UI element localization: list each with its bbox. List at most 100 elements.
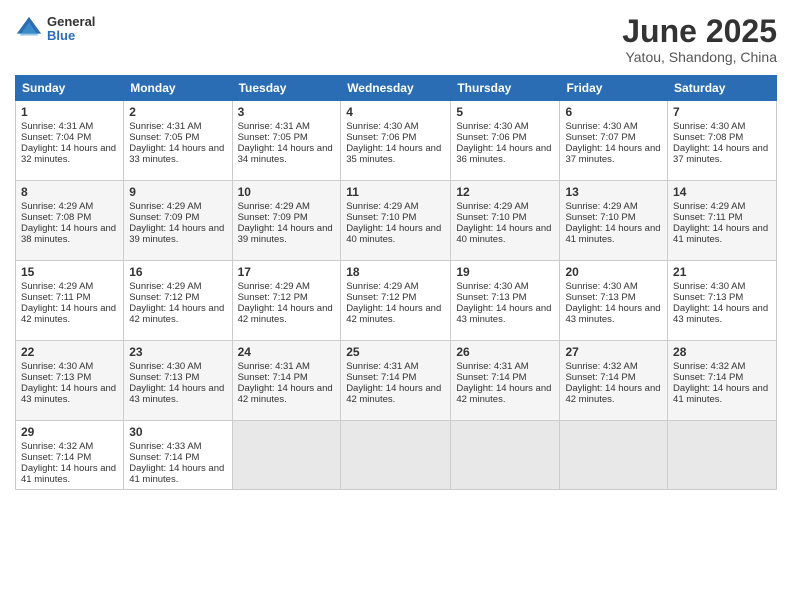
sunset-info: Sunset: 7:13 PM (21, 372, 91, 383)
day-number: 5 (456, 105, 554, 119)
sunrise-info: Sunrise: 4:30 AM (565, 121, 637, 132)
daylight-info: Daylight: 14 hours and (129, 383, 224, 394)
daylight-info-2: 43 minutes. (565, 314, 614, 325)
day-number: 19 (456, 265, 554, 279)
daylight-info: Daylight: 14 hours and (673, 383, 768, 394)
sunset-info: Sunset: 7:08 PM (21, 212, 91, 223)
col-tuesday: Tuesday (232, 76, 341, 101)
day-number: 23 (129, 345, 226, 359)
col-thursday: Thursday (451, 76, 560, 101)
sunrise-info: Sunrise: 4:29 AM (238, 201, 310, 212)
sunrise-info: Sunrise: 4:29 AM (673, 201, 745, 212)
day-number: 22 (21, 345, 118, 359)
calendar-table: Sunday Monday Tuesday Wednesday Thursday… (15, 75, 777, 490)
table-row: 9Sunrise: 4:29 AMSunset: 7:09 PMDaylight… (124, 181, 232, 261)
col-sunday: Sunday (16, 76, 124, 101)
sunset-info: Sunset: 7:14 PM (238, 372, 308, 383)
daylight-info: Daylight: 14 hours and (238, 223, 333, 234)
daylight-info-2: 42 minutes. (346, 394, 395, 405)
daylight-info: Daylight: 14 hours and (21, 463, 116, 474)
logo: General Blue (15, 15, 95, 44)
daylight-info: Daylight: 14 hours and (456, 143, 551, 154)
sunrise-info: Sunrise: 4:30 AM (21, 361, 93, 372)
sunset-info: Sunset: 7:12 PM (346, 292, 416, 303)
location-subtitle: Yatou, Shandong, China (622, 49, 777, 65)
day-number: 1 (21, 105, 118, 119)
day-number: 29 (21, 425, 118, 439)
day-number: 9 (129, 185, 226, 199)
sunset-info: Sunset: 7:08 PM (673, 132, 743, 143)
sunset-info: Sunset: 7:10 PM (565, 212, 635, 223)
table-row: 3Sunrise: 4:31 AMSunset: 7:05 PMDaylight… (232, 101, 341, 181)
table-row: 29 Sunrise: 4:32 AMSunset: 7:14 PMDayligh… (16, 421, 124, 490)
daylight-info: Daylight: 14 hours and (456, 383, 551, 394)
daylight-info: Daylight: 14 hours and (21, 303, 116, 314)
sunset-info: Sunset: 7:14 PM (21, 452, 91, 463)
table-row: 16Sunrise: 4:29 AMSunset: 7:12 PMDayligh… (124, 261, 232, 341)
daylight-info-2: 43 minutes. (673, 314, 722, 325)
daylight-info-2: 42 minutes. (238, 394, 287, 405)
day-number: 13 (565, 185, 662, 199)
table-row: 10Sunrise: 4:29 AMSunset: 7:09 PMDayligh… (232, 181, 341, 261)
day-number: 20 (565, 265, 662, 279)
sunrise-info: Sunrise: 4:31 AM (238, 121, 310, 132)
day-number: 4 (346, 105, 445, 119)
day-number: 8 (21, 185, 118, 199)
calendar-week-row: 29Sunrise: 4:32 AMSunset: 7:14 PMDayligh… (16, 421, 777, 490)
table-row (451, 421, 560, 490)
sunrise-info: Sunrise: 4:32 AM (565, 361, 637, 372)
day-number: 24 (238, 345, 336, 359)
sunset-info: Sunset: 7:07 PM (565, 132, 635, 143)
sunrise-info: Sunrise: 4:31 AM (238, 361, 310, 372)
daylight-info: Daylight: 14 hours and (673, 143, 768, 154)
table-row (232, 421, 341, 490)
table-row: 8Sunrise: 4:29 AMSunset: 7:08 PMDaylight… (16, 181, 124, 261)
calendar-week-row: 8Sunrise: 4:29 AMSunset: 7:08 PMDaylight… (16, 181, 777, 261)
logo-general-label: General (47, 15, 95, 29)
sunset-info: Sunset: 7:12 PM (238, 292, 308, 303)
sunrise-info: Sunrise: 4:29 AM (129, 201, 201, 212)
page: General Blue June 2025 Yatou, Shandong, … (0, 0, 792, 612)
sunrise-info: Sunrise: 4:32 AM (21, 441, 93, 452)
sunrise-info: Sunrise: 4:33 AM (129, 441, 201, 452)
daylight-info: Daylight: 14 hours and (565, 383, 660, 394)
daylight-info-2: 43 minutes. (129, 394, 178, 405)
daylight-info-2: 41 minutes. (673, 394, 722, 405)
day-number: 16 (129, 265, 226, 279)
day-number: 11 (346, 185, 445, 199)
table-row: 5 Sunrise: 4:30 AMSunset: 7:06 PMDaylight… (451, 101, 560, 181)
daylight-info-2: 42 minutes. (565, 394, 614, 405)
table-row: 24Sunrise: 4:31 AMSunset: 7:14 PMDayligh… (232, 341, 341, 421)
daylight-info-2: 41 minutes. (21, 474, 70, 485)
table-row: 30Sunrise: 4:33 AMSunset: 7:14 PMDayligh… (124, 421, 232, 490)
sunset-info: Sunset: 7:04 PM (21, 132, 91, 143)
daylight-info: Daylight: 14 hours and (565, 143, 660, 154)
daylight-info-2: 41 minutes. (129, 474, 178, 485)
sunset-info: Sunset: 7:05 PM (238, 132, 308, 143)
daylight-info: Daylight: 14 hours and (565, 223, 660, 234)
sunset-info: Sunset: 7:09 PM (238, 212, 308, 223)
col-wednesday: Wednesday (341, 76, 451, 101)
daylight-info-2: 32 minutes. (21, 154, 70, 165)
sunset-info: Sunset: 7:06 PM (456, 132, 526, 143)
daylight-info-2: 37 minutes. (673, 154, 722, 165)
table-row: 22Sunrise: 4:30 AMSunset: 7:13 PMDayligh… (16, 341, 124, 421)
daylight-info: Daylight: 14 hours and (456, 223, 551, 234)
daylight-info: Daylight: 14 hours and (129, 463, 224, 474)
daylight-info: Daylight: 14 hours and (346, 143, 441, 154)
day-number: 12 (456, 185, 554, 199)
daylight-info: Daylight: 14 hours and (238, 303, 333, 314)
sunset-info: Sunset: 7:13 PM (673, 292, 743, 303)
daylight-info-2: 33 minutes. (129, 154, 178, 165)
daylight-info-2: 42 minutes. (21, 314, 70, 325)
sunrise-info: Sunrise: 4:30 AM (456, 121, 528, 132)
daylight-info: Daylight: 14 hours and (129, 303, 224, 314)
sunrise-info: Sunrise: 4:29 AM (21, 201, 93, 212)
sunrise-info: Sunrise: 4:31 AM (21, 121, 93, 132)
day-number: 17 (238, 265, 336, 279)
daylight-info: Daylight: 14 hours and (346, 223, 441, 234)
daylight-info-2: 36 minutes. (456, 154, 505, 165)
table-row (560, 421, 668, 490)
daylight-info: Daylight: 14 hours and (238, 143, 333, 154)
daylight-info: Daylight: 14 hours and (456, 303, 551, 314)
